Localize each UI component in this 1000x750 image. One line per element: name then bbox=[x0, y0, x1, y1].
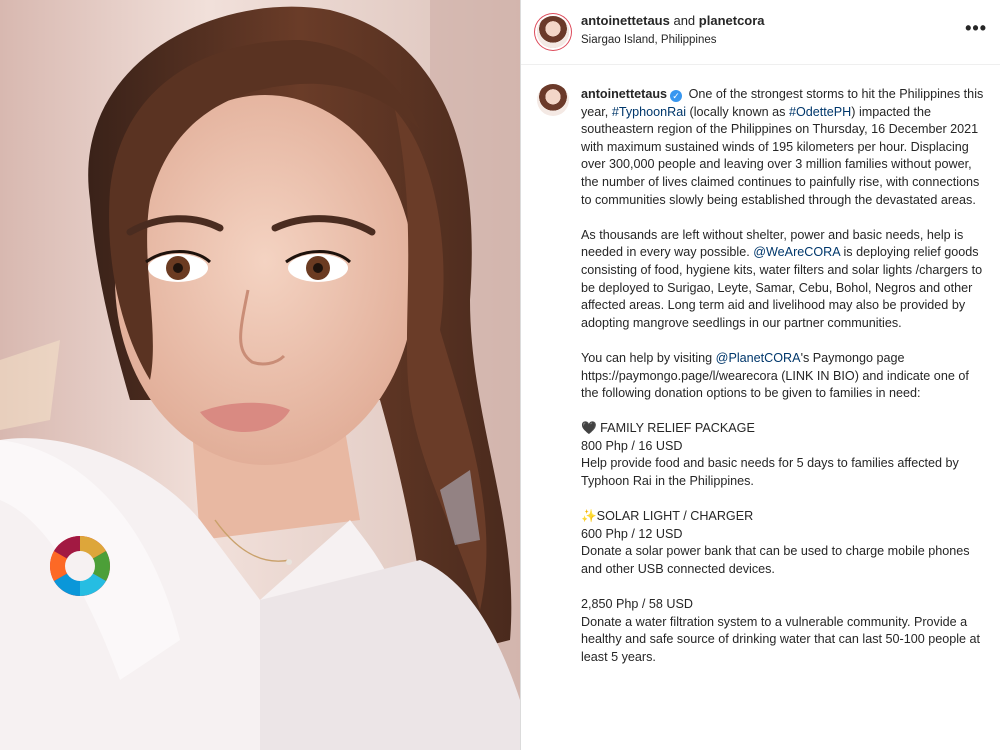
option-price: 2,850 Php / 58 USD bbox=[581, 597, 694, 612]
option-title: ✨SOLAR LIGHT / CHARGER bbox=[581, 509, 754, 524]
author-username-two[interactable]: planetcora bbox=[699, 13, 765, 28]
caption-text: (locally known as bbox=[689, 104, 786, 119]
post-location[interactable]: Siargao Island, Philippines bbox=[581, 34, 717, 46]
mention-wearecora[interactable]: @WeAreCORA bbox=[753, 245, 840, 259]
authors-joiner: and bbox=[673, 13, 696, 28]
portrait-illustration bbox=[0, 0, 520, 750]
caption-paragraph-1: antoinettetaus ✓ One of the strongest sto… bbox=[581, 86, 986, 209]
hashtag-typhoonrai[interactable]: #TyphoonRai bbox=[612, 105, 686, 119]
post-caption: antoinettetaus ✓ One of the strongest sto… bbox=[581, 86, 986, 684]
mention-planetcora[interactable]: @PlanetCORA bbox=[716, 351, 801, 365]
option-description: Help provide food and basic needs for 5 … bbox=[581, 456, 959, 489]
caption-username[interactable]: antoinettetaus bbox=[581, 87, 667, 101]
author-username-one[interactable]: antoinettetaus bbox=[581, 13, 670, 28]
caption-paragraph-2: As thousands are left without shelter, p… bbox=[581, 227, 986, 333]
donation-option-family-relief: 🖤 FAMILY RELIEF PACKAGE 800 Php / 16 USD… bbox=[581, 420, 986, 490]
caption-text: You can help by visiting bbox=[581, 350, 713, 365]
author-avatar[interactable] bbox=[537, 16, 569, 48]
option-description: Donate a solar power bank that can be us… bbox=[581, 544, 970, 577]
option-price: 600 Php / 12 USD bbox=[581, 526, 683, 541]
caption-text: ) impacted the southeastern region of th… bbox=[581, 104, 980, 207]
caption-paragraph-3: You can help by visiting @PlanetCORA's P… bbox=[581, 350, 986, 403]
hashtag-odetteph[interactable]: #OdettePH bbox=[789, 105, 851, 119]
sdg-pin bbox=[49, 536, 111, 596]
post-authors: antoinettetaus and planetcora bbox=[581, 13, 765, 28]
option-price: 800 Php / 16 USD bbox=[581, 438, 683, 453]
post-photo[interactable] bbox=[0, 0, 520, 750]
post-side-panel: antoinettetaus and planetcora Siargao Is… bbox=[520, 0, 1000, 750]
verified-badge-icon: ✓ bbox=[670, 90, 683, 102]
option-title: 🖤 FAMILY RELIEF PACKAGE bbox=[581, 421, 755, 436]
donation-option-water-filter: 2,850 Php / 58 USD Donate a water filtra… bbox=[581, 596, 986, 666]
option-description: Donate a water filtration system to a vu… bbox=[581, 614, 981, 664]
more-options-icon[interactable]: ••• bbox=[965, 18, 987, 39]
caption-author-avatar[interactable] bbox=[537, 84, 569, 116]
post-header: antoinettetaus and planetcora Siargao Is… bbox=[521, 0, 1000, 65]
donation-option-solar-light: ✨SOLAR LIGHT / CHARGER 600 Php / 12 USD … bbox=[581, 508, 986, 578]
